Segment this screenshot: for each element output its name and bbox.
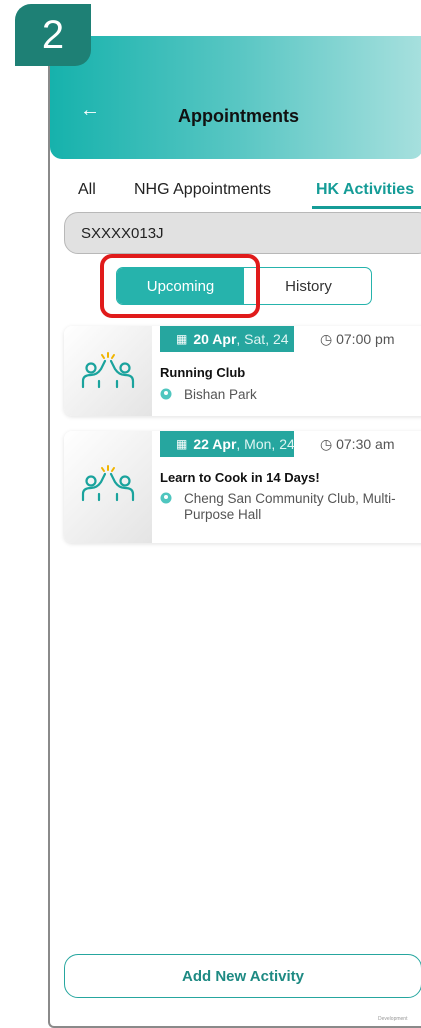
phone-screen: ← Appointments All NHG Appointments HK A… <box>48 36 421 1028</box>
activity-card[interactable]: ▦ 20 Apr , Sat, 24 ◷ 07:00 pm Running Cl… <box>64 326 421 416</box>
location-pin-icon <box>160 388 172 400</box>
activity-time-row: ◷ 07:00 pm <box>320 331 394 348</box>
app-header: ← Appointments <box>50 36 421 159</box>
active-tab-underline <box>312 206 421 209</box>
highlight-annotation-box <box>100 254 260 318</box>
activity-time-row: ◷ 07:30 am <box>320 436 394 453</box>
activity-day: , Sat, 24 <box>236 331 289 347</box>
location-pin-icon <box>160 492 172 504</box>
activity-location: Cheng San Community Club, Multi-Purpose … <box>184 491 396 522</box>
activity-title: Learn to Cook in 14 Days! <box>160 470 320 485</box>
page-title: Appointments <box>178 106 299 126</box>
activity-thumbnail <box>64 326 152 416</box>
patient-id-field[interactable]: SXXXX013J <box>64 212 421 254</box>
development-watermark: Development <box>378 1016 408 1022</box>
community-high-five-icon <box>81 352 135 389</box>
patient-id-value: SXXXX013J <box>81 225 164 242</box>
activity-time: 07:00 pm <box>336 331 395 347</box>
history-button[interactable]: History <box>244 268 371 304</box>
activity-card[interactable]: ▦ 22 Apr , Mon, 24 ◷ 07:30 am Learn to C… <box>64 431 421 543</box>
step-number-badge: 2 <box>15 4 91 66</box>
activity-time: 07:30 am <box>336 436 395 452</box>
activity-date-badge: ▦ 20 Apr , Sat, 24 <box>160 326 294 352</box>
activity-date: 22 Apr <box>193 436 237 452</box>
activity-date: 20 Apr <box>193 331 237 347</box>
activity-location: Bishan Park <box>184 387 257 402</box>
activity-day: , Mon, 24 <box>236 436 295 452</box>
tab-hk-activities[interactable]: HK Activities <box>316 181 414 199</box>
activity-title: Running Club <box>160 365 246 380</box>
calendar-icon: ▦ <box>176 332 188 346</box>
calendar-icon: ▦ <box>176 437 188 451</box>
clock-icon: ◷ <box>320 436 333 452</box>
activity-date-badge: ▦ 22 Apr , Mon, 24 <box>160 431 295 457</box>
activity-thumbnail <box>64 431 152 543</box>
community-high-five-icon <box>81 465 135 502</box>
tab-all[interactable]: All <box>78 181 96 199</box>
back-arrow-icon[interactable]: ← <box>80 99 100 122</box>
tab-nhg-appointments[interactable]: NHG Appointments <box>134 181 271 199</box>
activity-location-row: Bishan Park <box>160 387 257 403</box>
activity-location-row: Cheng San Community Club, Multi-Purpose … <box>160 491 420 523</box>
clock-icon: ◷ <box>320 331 333 347</box>
add-new-activity-button[interactable]: Add New Activity <box>64 954 421 998</box>
tab-bar: All NHG Appointments HK Activities <box>50 176 421 210</box>
